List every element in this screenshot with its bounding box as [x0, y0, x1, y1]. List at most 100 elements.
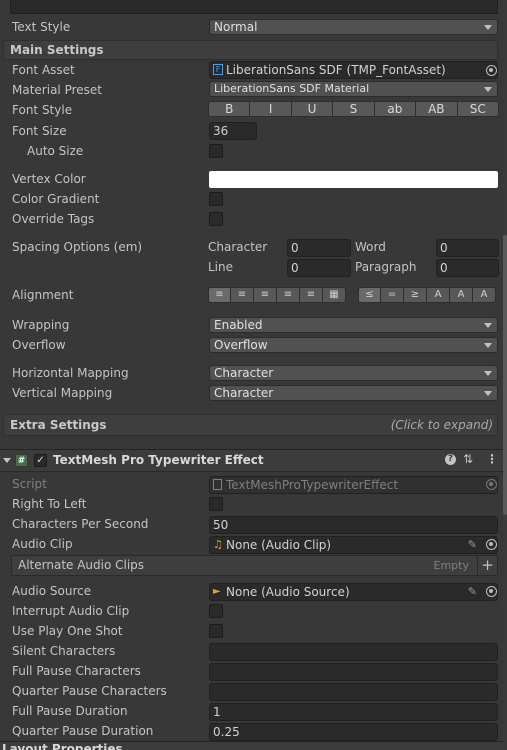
underline-button[interactable]: U: [291, 101, 334, 117]
audio-source-field[interactable]: ► None (Audio Source) ✎: [209, 583, 498, 601]
align-middle-icon[interactable]: =: [381, 287, 404, 303]
spacing-options-label: Spacing Options (em): [12, 240, 143, 254]
align-center-icon[interactable]: ≡: [231, 287, 254, 303]
strikethrough-button[interactable]: S: [333, 101, 375, 117]
layout-properties-title: Layout Properties: [2, 742, 123, 750]
auto-size-checkbox[interactable]: [209, 144, 223, 158]
more-options-icon[interactable]: ⋮: [486, 452, 498, 466]
chevron-down-icon: [484, 323, 492, 328]
italic-button[interactable]: I: [250, 101, 292, 117]
text-style-dropdown[interactable]: Normal: [209, 19, 498, 35]
script-label: Script: [12, 477, 47, 491]
silent-characters-field[interactable]: [209, 643, 498, 661]
align-justify-icon[interactable]: ≡: [277, 287, 300, 303]
empty-label: Empty: [433, 559, 469, 572]
object-picker-icon[interactable]: [486, 65, 497, 76]
extra-settings-header[interactable]: Extra Settings (Click to expand): [3, 414, 498, 436]
interrupt-audio-clip-label: Interrupt Audio Clip: [12, 604, 130, 618]
vertex-color-swatch[interactable]: [209, 171, 498, 188]
full-pause-characters-field[interactable]: [209, 663, 498, 681]
quarter-pause-characters-label: Quarter Pause Characters: [12, 684, 167, 698]
line-spacing-label: Line: [208, 260, 234, 274]
audio-clip-field[interactable]: ♫ None (Audio Clip) ✎: [209, 536, 498, 554]
component-enabled-checkbox[interactable]: ✓: [34, 454, 47, 467]
use-play-one-shot-checkbox[interactable]: [209, 624, 223, 638]
audio-clip-picker-icon[interactable]: [486, 539, 497, 550]
presets-icon[interactable]: ⇅: [463, 452, 473, 466]
lowercase-button[interactable]: ab: [374, 101, 417, 117]
wrapping-dropdown[interactable]: Enabled: [209, 317, 498, 333]
overflow-label: Overflow: [12, 338, 66, 352]
audio-clip-label: Audio Clip: [12, 537, 73, 551]
font-style-label: Font Style: [12, 103, 73, 117]
text-style-label: Text Style: [12, 20, 71, 34]
align-flush-icon[interactable]: ≡: [300, 287, 323, 303]
line-spacing-field[interactable]: 0: [287, 259, 351, 277]
font-asset-field[interactable]: F LiberationSans SDF (TMP_FontAsset): [209, 61, 498, 79]
right-to-left-label: Right To Left: [12, 497, 87, 511]
word-spacing-field[interactable]: 0: [436, 239, 499, 257]
font-asset-label: Font Asset: [12, 63, 75, 77]
quarter-pause-characters-field[interactable]: [209, 683, 498, 701]
horizontal-mapping-label: Horizontal Mapping: [12, 366, 129, 380]
wrapping-label: Wrapping: [12, 318, 70, 332]
scrollbar-thumb[interactable]: [503, 235, 507, 515]
main-settings-header[interactable]: Main Settings: [3, 40, 498, 60]
chevron-down-icon: [484, 25, 492, 30]
chars-per-second-field[interactable]: 50: [209, 516, 498, 534]
full-pause-characters-label: Full Pause Characters: [12, 664, 141, 678]
component-header[interactable]: # ✓ TextMesh Pro Typewriter Effect ? ⇅ ⋮: [0, 449, 507, 472]
align-midline-icon[interactable]: A: [450, 287, 473, 303]
color-gradient-checkbox[interactable]: [209, 192, 223, 206]
audio-source-icon: ►: [213, 586, 221, 597]
align-left-icon[interactable]: ≡: [208, 287, 231, 303]
component-title: TextMesh Pro Typewriter Effect: [53, 453, 264, 467]
interrupt-audio-clip-checkbox[interactable]: [209, 604, 223, 618]
align-capline-icon[interactable]: A: [473, 287, 496, 303]
material-preset-dropdown[interactable]: LiberationSans SDF Material: [209, 81, 498, 97]
align-top-icon[interactable]: ≤: [358, 287, 381, 303]
uppercase-button[interactable]: AB: [416, 101, 458, 117]
override-tags-checkbox[interactable]: [209, 212, 223, 226]
align-geometry-center-icon[interactable]: ▦: [323, 287, 346, 303]
material-preset-label: Material Preset: [12, 83, 102, 97]
paragraph-spacing-field[interactable]: 0: [436, 259, 499, 277]
chevron-down-icon: [484, 87, 492, 92]
character-spacing-field[interactable]: 0: [287, 239, 351, 257]
script-field: TextMeshProTypewriterEffect: [209, 476, 498, 494]
script-file-icon: [213, 479, 222, 490]
quarter-pause-duration-field[interactable]: 0.25: [209, 723, 498, 741]
font-size-field[interactable]: 36: [209, 122, 257, 140]
smallcaps-button[interactable]: SC: [457, 101, 499, 117]
font-style-buttons: B I U S ab AB SC: [208, 101, 499, 117]
scrollbar-track[interactable]: [503, 0, 507, 750]
horizontal-mapping-dropdown[interactable]: Character: [209, 365, 498, 381]
full-pause-duration-field[interactable]: 1: [209, 703, 498, 721]
full-pause-duration-label: Full Pause Duration: [12, 704, 128, 718]
bold-button[interactable]: B: [208, 101, 251, 117]
pencil-icon[interactable]: ✎: [468, 584, 477, 600]
vertical-mapping-dropdown[interactable]: Character: [209, 385, 498, 401]
help-icon[interactable]: ?: [445, 454, 456, 465]
alternate-audio-clips-label: Alternate Audio Clips: [18, 558, 145, 572]
alternate-audio-clips-header[interactable]: Alternate Audio Clips Empty +: [11, 555, 498, 576]
right-to-left-checkbox[interactable]: [209, 497, 223, 511]
align-bottom-icon[interactable]: ≥: [404, 287, 427, 303]
vertex-color-label: Vertex Color: [12, 172, 86, 186]
font-size-label: Font Size: [12, 124, 67, 138]
audio-source-picker-icon[interactable]: [486, 586, 497, 597]
foldout-arrow-icon[interactable]: [3, 458, 11, 463]
align-baseline-icon[interactable]: A: [427, 287, 450, 303]
character-spacing-label: Character: [208, 240, 268, 254]
vertical-mapping-label: Vertical Mapping: [12, 386, 113, 400]
audio-source-label: Audio Source: [12, 584, 92, 598]
chevron-down-icon: [484, 371, 492, 376]
add-element-button[interactable]: +: [477, 555, 497, 576]
top-text-area[interactable]: [10, 0, 498, 14]
align-right-icon[interactable]: ≡: [254, 287, 277, 303]
chevron-down-icon: [484, 343, 492, 348]
word-spacing-label: Word: [355, 240, 386, 254]
overflow-dropdown[interactable]: Overflow: [209, 337, 498, 353]
layout-properties-header[interactable]: Layout Properties: [0, 741, 507, 750]
pencil-icon[interactable]: ✎: [468, 537, 477, 553]
